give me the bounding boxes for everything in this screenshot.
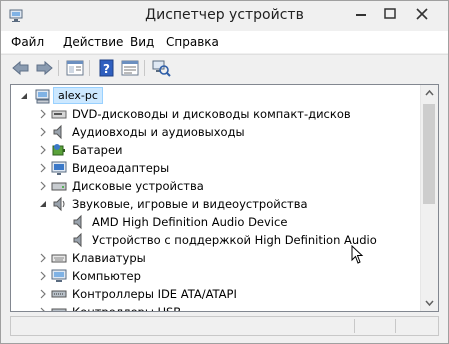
maximize-button[interactable] — [376, 5, 404, 23]
computer-icon — [35, 89, 50, 104]
menu-file[interactable]: Файл — [11, 35, 44, 49]
tree-item-label: Батареи — [72, 143, 123, 157]
scroll-down-icon[interactable] — [421, 294, 438, 311]
speaker-icon — [73, 214, 82, 230]
tree-child-label: Устройство с поддержкой High Definition … — [92, 233, 377, 247]
dvd-drive-icon — [51, 110, 67, 119]
expand-arrow-icon[interactable] — [38, 127, 48, 137]
battery-icon — [52, 144, 65, 156]
vertical-scrollbar[interactable] — [420, 85, 438, 311]
scan-hardware-icon[interactable] — [151, 59, 171, 77]
tree-item[interactable]: Компьютер — [11, 267, 421, 285]
tree-item[interactable]: Батареи — [11, 141, 421, 159]
device-manager-window: Диспетчер устройств Файл Действие Вид Сп… — [0, 0, 449, 344]
menu-view[interactable]: Вид — [130, 35, 154, 49]
expand-arrow-icon[interactable] — [38, 253, 48, 263]
tree-item-label: Контроллеры USB — [72, 305, 182, 312]
svg-text:?: ? — [103, 62, 110, 76]
expand-arrow-icon[interactable] — [38, 145, 48, 155]
tree-root-label: alex-pc — [58, 89, 98, 102]
tree-item-label: Клавиатуры — [72, 251, 146, 265]
tree-item[interactable]: Дисковые устройства — [11, 177, 421, 195]
tree-item[interactable]: Контроллеры USB — [11, 303, 421, 312]
help-icon[interactable]: ? — [97, 59, 117, 77]
tree-child-item[interactable]: AMD High Definition Audio Device — [11, 213, 421, 231]
toolbar-separator — [89, 60, 90, 76]
title-bar[interactable]: Диспетчер устройств — [1, 1, 448, 31]
mouse-cursor-icon — [351, 245, 364, 264]
menu-action[interactable]: Действие — [63, 35, 123, 49]
computer-icon — [51, 269, 67, 282]
tree-item[interactable]: DVD-дисководы и дисководы компакт-дисков — [11, 105, 421, 123]
show-hidden-icon[interactable] — [120, 59, 140, 77]
tree-item-label: Аудиовходы и аудиовыходы — [72, 125, 245, 139]
status-segment — [355, 319, 396, 333]
back-arrow-icon[interactable] — [11, 59, 31, 77]
expand-arrow-icon[interactable] — [38, 307, 48, 312]
tree-item-label: DVD-дисководы и дисководы компакт-дисков — [72, 107, 351, 121]
scrollbar-thumb[interactable] — [423, 104, 435, 204]
expand-arrow-icon[interactable] — [38, 289, 48, 299]
tree-item[interactable]: Звуковые, игровые и видеоустройства — [11, 195, 421, 213]
tree-item[interactable]: Контроллеры IDE ATA/ATAPI — [11, 285, 421, 303]
tree-item-label: Видеоадаптеры — [72, 161, 170, 175]
tree-item[interactable]: Видеоадаптеры — [11, 159, 421, 177]
device-tree[interactable]: alex-pc DVD-дисководы и дисководы компак… — [10, 84, 439, 312]
expand-arrow-icon[interactable] — [38, 271, 48, 281]
display-adapter-icon — [51, 161, 67, 175]
tree-item-label: Компьютер — [72, 269, 141, 283]
ide-controller-icon — [51, 290, 67, 298]
toolbar-separator — [58, 60, 59, 76]
status-segment — [11, 319, 355, 333]
status-bar — [10, 316, 439, 336]
expand-arrow-icon[interactable] — [38, 109, 48, 119]
toolbar-separator — [144, 60, 145, 76]
tree-item[interactable]: Аудиовходы и аудиовыходы — [11, 123, 421, 141]
audio-io-icon — [53, 124, 62, 140]
tree-item-label: Дисковые устройства — [72, 179, 204, 193]
minimize-button[interactable] — [347, 5, 375, 23]
toolbar: ? — [1, 54, 448, 82]
tree-item-label: Контроллеры IDE ATA/ATAPI — [72, 287, 237, 301]
menu-help[interactable]: Справка — [166, 35, 219, 49]
forward-arrow-icon[interactable] — [34, 59, 54, 77]
collapse-arrow-icon[interactable] — [19, 91, 29, 101]
disk-drive-icon — [51, 182, 67, 191]
expand-arrow-icon[interactable] — [38, 181, 48, 191]
usb-controller-icon — [51, 308, 67, 311]
keyboard-icon — [51, 254, 67, 263]
menu-bar: Файл Действие Вид Справка — [1, 31, 448, 53]
tree-root[interactable]: alex-pc — [11, 87, 421, 105]
sound-device-icon — [53, 196, 65, 212]
tree-item-label: Звуковые, игровые и видеоустройства — [72, 197, 308, 211]
scroll-up-icon[interactable] — [421, 85, 438, 102]
expand-arrow-icon[interactable] — [38, 163, 48, 173]
close-button[interactable] — [405, 5, 439, 23]
speaker-icon — [73, 232, 82, 248]
tree-child-label: AMD High Definition Audio Device — [92, 215, 288, 229]
collapse-arrow-icon[interactable] — [38, 199, 48, 209]
tree-root-selection[interactable]: alex-pc — [53, 87, 103, 104]
properties-icon[interactable] — [65, 59, 85, 77]
